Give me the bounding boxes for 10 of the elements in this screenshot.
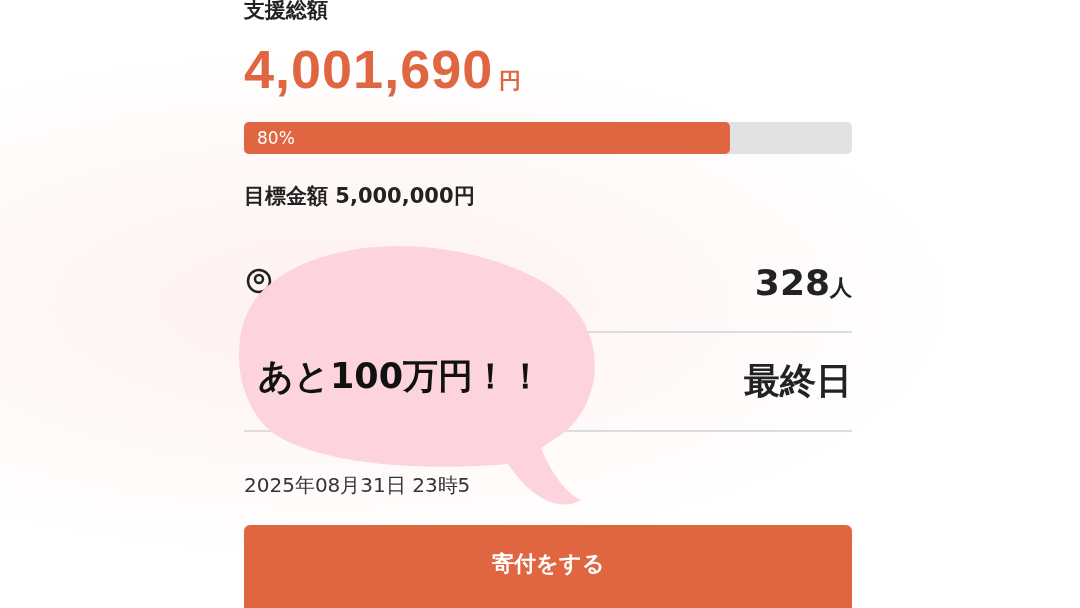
stat-value: 328 — [754, 262, 830, 303]
goal-amount: 目標金額 5,000,000円 — [244, 183, 476, 210]
callout-text: あと100万円！！ — [258, 355, 544, 398]
progress-percent: 80% — [257, 128, 295, 148]
stat-value: 最終日 — [744, 359, 852, 403]
deadline-text: 2025年08月31日 23時5 — [244, 472, 471, 499]
raised-amount: 4,001,690 — [244, 38, 494, 100]
stat-unit: 人 — [830, 275, 852, 302]
currency-unit: 円 — [499, 67, 522, 95]
donate-button[interactable]: 寄付をする — [244, 525, 852, 608]
